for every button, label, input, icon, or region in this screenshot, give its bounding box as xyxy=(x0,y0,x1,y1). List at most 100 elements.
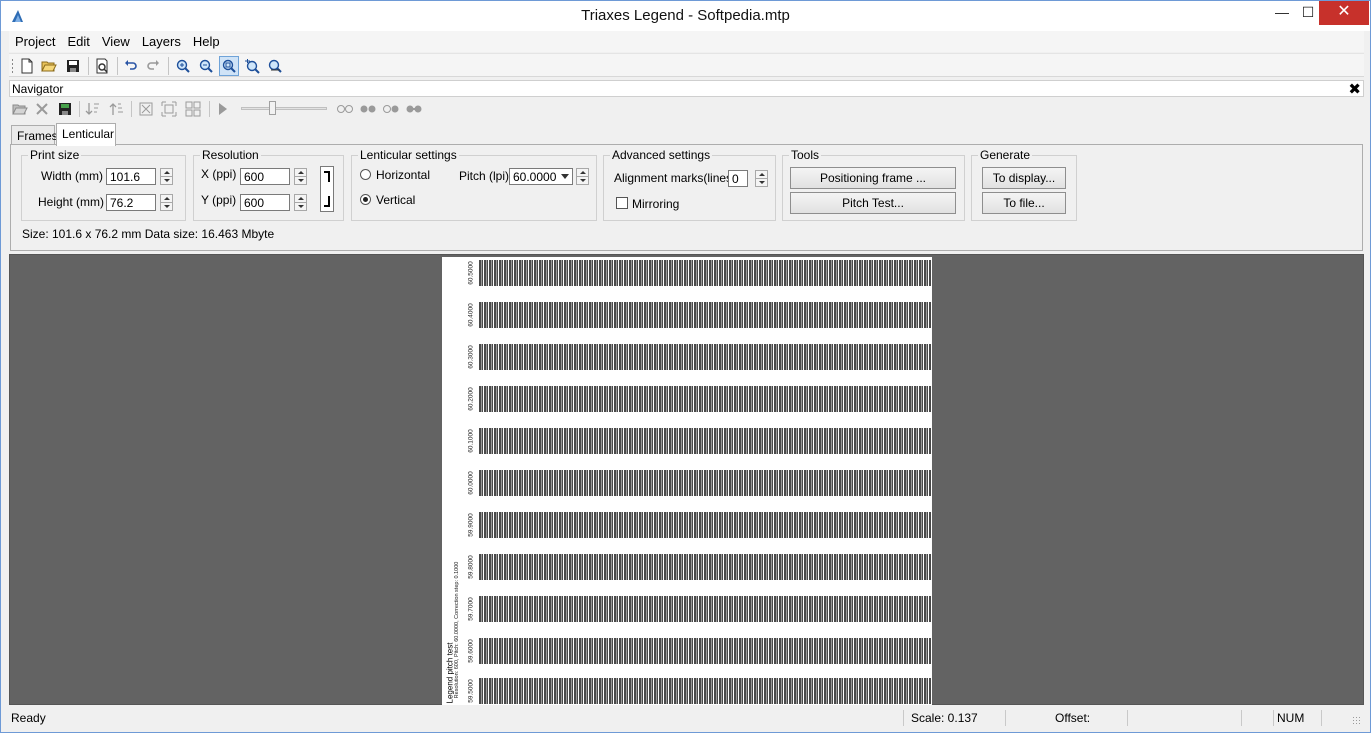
zoom-in-button[interactable] xyxy=(173,56,193,76)
pitch-row-label: 60.0000 xyxy=(467,471,475,495)
pitch-row-label: 59.9000 xyxy=(467,513,475,537)
play-button[interactable] xyxy=(214,100,232,118)
undo-icon xyxy=(125,60,137,70)
print-preview-button[interactable] xyxy=(92,56,112,76)
x-ppi-label: X (ppi) xyxy=(201,167,237,181)
status-num-lock: NUM xyxy=(1277,711,1305,725)
view-mode-3-button[interactable] xyxy=(381,100,401,118)
lenticular-settings-group: Lenticular settings Horizontal Vertical … xyxy=(351,148,597,221)
horizontal-radio[interactable] xyxy=(360,169,371,180)
zoom-out-button[interactable] xyxy=(196,56,216,76)
pitch-row-pattern xyxy=(479,470,931,496)
to-display-button[interactable]: To display... xyxy=(982,167,1066,189)
new-document-button[interactable] xyxy=(17,56,37,76)
tab-lenticular[interactable]: Lenticular xyxy=(56,123,116,146)
new-document-icon xyxy=(21,58,33,74)
positioning-frame-button[interactable]: Positioning frame ... xyxy=(790,167,956,189)
menu-project[interactable]: Project xyxy=(9,31,61,52)
pitch-row-pattern xyxy=(479,428,931,454)
alignment-marks-spinner[interactable] xyxy=(755,170,768,187)
menu-bar: Project Edit View Layers Help xyxy=(9,31,1364,52)
open-button[interactable] xyxy=(39,56,59,76)
width-spinner[interactable] xyxy=(160,168,173,185)
pitch-test-sheet: 60.5000 60.4000 60.3000 60.2000 60.1000 … xyxy=(442,257,932,705)
eyes-filled-icon xyxy=(360,105,376,113)
nav-save-button[interactable] xyxy=(56,100,74,118)
pitch-row-label: 60.5000 xyxy=(467,261,475,285)
nav-delete-button[interactable] xyxy=(33,100,51,118)
app-window: Triaxes Legend - Softpedia.mtp — ☐ ✕ Pro… xyxy=(0,0,1371,733)
toolbar-grip[interactable] xyxy=(11,58,14,74)
play-icon xyxy=(219,103,227,115)
menu-view[interactable]: View xyxy=(96,31,136,52)
frame-expand-button[interactable] xyxy=(160,100,178,118)
status-offset: Offset: xyxy=(1055,711,1091,725)
sort-descending-icon xyxy=(85,103,99,115)
save-button[interactable] xyxy=(63,56,83,76)
mirroring-checkbox[interactable] xyxy=(616,197,628,209)
vertical-label[interactable]: Vertical xyxy=(376,193,415,207)
pitch-row-pattern xyxy=(479,554,931,580)
tab-frames[interactable]: Frames xyxy=(11,125,58,145)
menu-layers[interactable]: Layers xyxy=(136,31,187,52)
link-resolution-toggle[interactable] xyxy=(320,166,334,212)
x-ppi-input[interactable] xyxy=(240,168,290,185)
view-mode-4-button[interactable] xyxy=(404,100,424,118)
y-ppi-input[interactable] xyxy=(240,194,290,211)
view-mode-2-button[interactable] xyxy=(358,100,378,118)
pitch-test-button[interactable]: Pitch Test... xyxy=(790,192,956,214)
navigator-close-button[interactable]: ✖ xyxy=(1348,80,1361,98)
view-mode-1-button[interactable] xyxy=(335,100,355,118)
image-workspace[interactable]: 60.5000 60.4000 60.3000 60.2000 60.1000 … xyxy=(9,254,1364,705)
navigator-toolbar xyxy=(9,98,1364,120)
print-preview-icon xyxy=(96,58,108,74)
frame-slider-track[interactable] xyxy=(241,107,327,110)
horizontal-label[interactable]: Horizontal xyxy=(376,168,430,182)
frame-fit-button[interactable] xyxy=(137,100,155,118)
grid-icon xyxy=(185,101,201,117)
pitch-row-label: 60.2000 xyxy=(467,387,475,411)
print-size-group: Print size Width (mm) Height (mm) xyxy=(21,148,186,221)
frame-slider-thumb[interactable] xyxy=(269,101,276,115)
save-icon xyxy=(67,60,79,72)
menu-help[interactable]: Help xyxy=(187,31,226,52)
y-ppi-spinner[interactable] xyxy=(294,194,307,211)
zoom-all-button[interactable] xyxy=(265,56,285,76)
open-folder-icon xyxy=(41,61,57,72)
zoom-width-button[interactable] xyxy=(242,56,262,76)
mirroring-label[interactable]: Mirroring xyxy=(632,197,679,211)
tools-title: Tools xyxy=(789,148,822,162)
nav-open-button[interactable] xyxy=(11,100,29,118)
pitch-row-pattern xyxy=(479,678,931,704)
x-ppi-spinner[interactable] xyxy=(294,168,307,185)
vertical-radio[interactable] xyxy=(360,194,371,205)
close-button[interactable]: ✕ xyxy=(1319,1,1369,25)
status-bar: Ready Scale: 0.137 Offset: NUM xyxy=(9,708,1364,728)
menu-edit[interactable]: Edit xyxy=(61,31,95,52)
pitch-spinner[interactable] xyxy=(576,168,589,185)
sort-down-button[interactable] xyxy=(84,100,102,118)
resolution-group: Resolution X (ppi) Y (ppi) xyxy=(193,148,344,221)
alignment-marks-input[interactable] xyxy=(728,170,748,187)
frame-fit-icon xyxy=(139,102,153,116)
open-folder-icon xyxy=(12,104,28,115)
pitch-select[interactable]: 60.0000 xyxy=(509,168,573,185)
undo-button[interactable] xyxy=(121,56,141,76)
legend-subtitle: Resolution: 600, Pitch: 60.0000, Correct… xyxy=(454,561,460,699)
resize-grip[interactable] xyxy=(1352,716,1362,726)
pitch-row-label: 60.4000 xyxy=(467,303,475,327)
height-input[interactable] xyxy=(106,194,156,211)
alignment-marks-label: Alignment marks(lines) xyxy=(614,171,737,185)
frame-grid-button[interactable] xyxy=(184,100,202,118)
redo-button[interactable] xyxy=(143,56,163,76)
pitch-row-pattern xyxy=(479,386,931,412)
pitch-value: 60.0000 xyxy=(513,170,557,184)
to-file-button[interactable]: To file... xyxy=(982,192,1066,214)
zoom-fit-button[interactable] xyxy=(219,56,239,76)
sort-up-button[interactable] xyxy=(108,100,126,118)
zoom-fit-icon xyxy=(222,59,236,73)
height-spinner[interactable] xyxy=(160,194,173,211)
redo-icon xyxy=(147,60,159,70)
chain-link-icon xyxy=(324,171,330,207)
width-input[interactable] xyxy=(106,168,156,185)
